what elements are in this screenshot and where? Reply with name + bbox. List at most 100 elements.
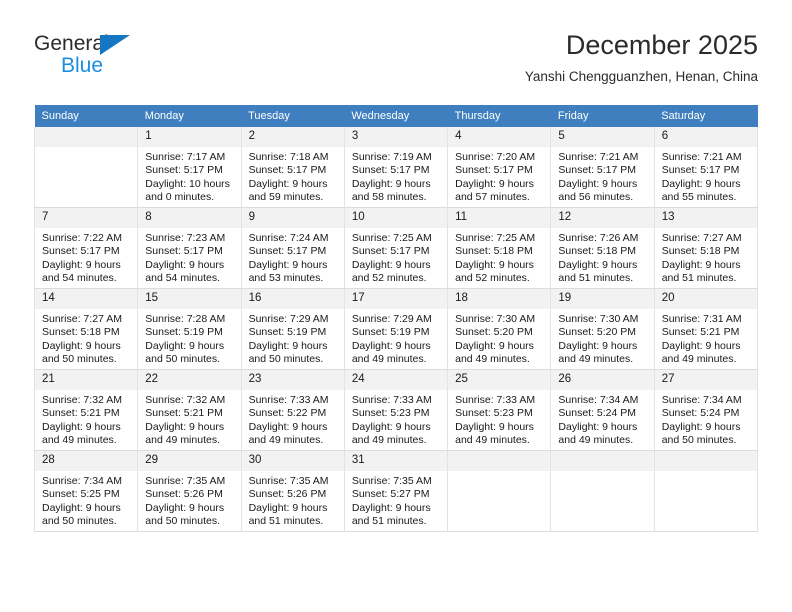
sunset-text: Sunset: 5:18 PM — [42, 326, 120, 339]
sunset-text: Sunset: 5:17 PM — [248, 164, 327, 177]
sunrise-text: Sunrise: 7:25 AM — [351, 232, 432, 244]
calendar-day-cell[interactable]: 23 Sunrise: 7:33 AM Sunset: 5:22 PM Dayligh… — [240, 369, 345, 451]
daylight-text-line1: Daylight: 9 hours — [42, 339, 121, 352]
daylight-text-line1: Daylight: 9 hours — [455, 177, 534, 190]
calendar-day-cell[interactable]: 4 Sunrise: 7:20 AM Sunset: 5:17 PM Daylight… — [447, 127, 552, 208]
day-number: 16 — [241, 289, 344, 309]
weekday-header-friday: Friday — [550, 105, 655, 127]
calendar-day-cell[interactable]: 12 Sunrise: 7:26 AM Sunset: 5:18 PM Dayligh… — [550, 207, 655, 289]
calendar-day-cell[interactable]: 27 Sunrise: 7:34 AM Sunset: 5:24 PM Dayligh… — [653, 369, 759, 451]
calendar-day-cell[interactable]: 28 Sunrise: 7:34 AM Sunset: 5:25 PM Dayligh… — [33, 450, 139, 532]
calendar-day-cell[interactable]: 22 Sunrise: 7:32 AM Sunset: 5:21 PM Dayligh… — [137, 369, 242, 451]
calendar-day-cell[interactable]: 16 Sunrise: 7:29 AM Sunset: 5:19 PM Dayligh… — [240, 288, 345, 370]
calendar-day-cell[interactable]: 30 Sunrise: 7:35 AM Sunset: 5:26 PM Dayligh… — [240, 450, 345, 532]
day-details: Sunrise: 7:23 AM Sunset: 5:17 PM Daylight:… — [138, 228, 240, 286]
calendar-day-cell[interactable]: 29 Sunrise: 7:35 AM Sunset: 5:26 PM Dayligh… — [137, 450, 242, 532]
daylight-text-line2: and 51 minutes. — [661, 272, 737, 285]
daylight-text-line1: Daylight: 9 hours — [42, 501, 121, 514]
general-blue-logo[interactable]: General Blue — [34, 32, 234, 92]
day-details: Sunrise: 7:31 AM Sunset: 5:21 PM Daylight:… — [655, 309, 757, 367]
calendar-day-cell[interactable]: 1 Sunrise: 7:17 AM Sunset: 5:17 PM Daylight… — [137, 127, 242, 208]
sunset-text: Sunset: 5:25 PM — [42, 488, 120, 501]
calendar-day-cell[interactable]: 3 Sunrise: 7:19 AM Sunset: 5:17 PM Daylight… — [343, 127, 449, 208]
sunrise-text: Sunrise: 7:18 AM — [248, 151, 329, 163]
sunset-text: Sunset: 5:27 PM — [351, 488, 430, 501]
sunset-text: Sunset: 5:17 PM — [661, 164, 740, 177]
calendar-day-cell[interactable]: 17 Sunrise: 7:29 AM Sunset: 5:19 PM Dayligh… — [343, 288, 449, 370]
day-details: Sunrise: 7:30 AM Sunset: 5:20 PM Daylight:… — [551, 309, 653, 367]
sunset-text: Sunset: 5:17 PM — [248, 245, 327, 258]
daylight-text-line1: Daylight: 9 hours — [661, 339, 741, 352]
daylight-text-line2: and 51 minutes. — [351, 515, 427, 528]
calendar-day-cell-empty — [550, 450, 655, 532]
day-details: Sunrise: 7:34 AM Sunset: 5:24 PM Daylight:… — [655, 390, 757, 448]
calendar-day-cell[interactable]: 11 Sunrise: 7:25 AM Sunset: 5:18 PM Dayligh… — [447, 207, 552, 289]
day-number: 27 — [654, 370, 757, 390]
calendar-day-cell[interactable]: 19 Sunrise: 7:30 AM Sunset: 5:20 PM Dayligh… — [550, 288, 655, 370]
daylight-text-line1: Daylight: 9 hours — [145, 258, 225, 271]
sunset-text: Sunset: 5:24 PM — [661, 407, 740, 420]
calendar-day-cell[interactable]: 13 Sunrise: 7:27 AM Sunset: 5:18 PM Dayligh… — [653, 207, 759, 289]
sunrise-text: Sunrise: 7:17 AM — [145, 151, 226, 163]
calendar-day-cell[interactable]: 9 Sunrise: 7:24 AM Sunset: 5:17 PM Daylight… — [240, 207, 345, 289]
day-details: Sunrise: 7:21 AM Sunset: 5:17 PM Daylight:… — [655, 147, 757, 205]
sunrise-text: Sunrise: 7:27 AM — [661, 232, 742, 244]
day-number: 23 — [241, 370, 344, 390]
sunrise-text: Sunrise: 7:35 AM — [248, 475, 329, 487]
daylight-text-line2: and 50 minutes. — [42, 515, 117, 528]
day-cell-inner: 26 Sunrise: 7:34 AM Sunset: 5:24 PM Dayligh… — [551, 370, 654, 448]
sunrise-text: Sunrise: 7:33 AM — [455, 394, 536, 406]
calendar-day-cell[interactable]: 31 Sunrise: 7:35 AM Sunset: 5:27 PM Dayligh… — [343, 450, 449, 532]
calendar-day-cell[interactable]: 20 Sunrise: 7:31 AM Sunset: 5:21 PM Dayligh… — [653, 288, 759, 370]
calendar-day-cell[interactable]: 21 Sunrise: 7:32 AM Sunset: 5:21 PM Dayligh… — [33, 369, 139, 451]
day-details: Sunrise: 7:20 AM Sunset: 5:17 PM Daylight:… — [448, 147, 550, 205]
calendar-week-row: 7 Sunrise: 7:22 AM Sunset: 5:17 PM Daylight… — [33, 207, 759, 289]
calendar-page: General Blue December 2025 Yanshi Chengg… — [0, 0, 792, 612]
calendar-day-cell[interactable]: 10 Sunrise: 7:25 AM Sunset: 5:17 PM Dayligh… — [343, 207, 449, 289]
day-cell-inner: 17 Sunrise: 7:29 AM Sunset: 5:19 PM Dayligh… — [344, 289, 448, 367]
daylight-text-line1: Daylight: 9 hours — [661, 177, 741, 190]
sunrise-text: Sunrise: 7:32 AM — [42, 394, 122, 406]
daylight-text-line1: Daylight: 9 hours — [351, 501, 431, 514]
daylight-text-line1: Daylight: 9 hours — [558, 420, 638, 433]
daylight-text-line2: and 56 minutes. — [558, 191, 634, 204]
daylight-text-line2: and 49 minutes. — [145, 434, 220, 447]
daylight-text-line2: and 49 minutes. — [248, 434, 324, 447]
calendar-day-cell[interactable]: 6 Sunrise: 7:21 AM Sunset: 5:17 PM Daylight… — [653, 127, 759, 208]
day-details: Sunrise: 7:35 AM Sunset: 5:26 PM Daylight:… — [138, 471, 240, 529]
sunset-text: Sunset: 5:17 PM — [145, 164, 223, 177]
day-cell-inner: 30 Sunrise: 7:35 AM Sunset: 5:26 PM Dayligh… — [241, 451, 344, 529]
weekday-header-tuesday: Tuesday — [241, 105, 345, 127]
day-cell-inner: 21 Sunrise: 7:32 AM Sunset: 5:21 PM Dayligh… — [35, 370, 138, 448]
calendar-day-cell[interactable]: 15 Sunrise: 7:28 AM Sunset: 5:19 PM Dayligh… — [137, 288, 242, 370]
day-cell-inner: 6 Sunrise: 7:21 AM Sunset: 5:17 PM Daylight… — [654, 127, 757, 205]
sunset-text: Sunset: 5:21 PM — [661, 326, 740, 339]
daylight-text-line2: and 54 minutes. — [42, 272, 117, 285]
daylight-text-line1: Daylight: 9 hours — [248, 258, 328, 271]
daylight-text-line1: Daylight: 10 hours — [145, 177, 230, 190]
calendar-day-cell[interactable]: 7 Sunrise: 7:22 AM Sunset: 5:17 PM Daylight… — [33, 207, 139, 289]
sunrise-text: Sunrise: 7:29 AM — [351, 313, 432, 325]
calendar-day-cell[interactable]: 25 Sunrise: 7:33 AM Sunset: 5:23 PM Dayligh… — [447, 369, 552, 451]
sunrise-text: Sunrise: 7:35 AM — [351, 475, 432, 487]
sunrise-text: Sunrise: 7:29 AM — [248, 313, 329, 325]
sunrise-text: Sunrise: 7:33 AM — [351, 394, 432, 406]
calendar-day-cell[interactable]: 24 Sunrise: 7:33 AM Sunset: 5:23 PM Dayligh… — [343, 369, 449, 451]
calendar-day-cell[interactable]: 14 Sunrise: 7:27 AM Sunset: 5:18 PM Dayligh… — [33, 288, 139, 370]
day-number: 30 — [241, 451, 344, 471]
daylight-text-line2: and 50 minutes. — [145, 353, 220, 366]
calendar-day-cell[interactable]: 2 Sunrise: 7:18 AM Sunset: 5:17 PM Daylight… — [240, 127, 345, 208]
day-cell-inner: 10 Sunrise: 7:25 AM Sunset: 5:17 PM Dayligh… — [344, 208, 448, 286]
calendar-week-row: 21 Sunrise: 7:32 AM Sunset: 5:21 PM Dayligh… — [33, 369, 759, 451]
daylight-text-line1: Daylight: 9 hours — [351, 420, 431, 433]
sunrise-text: Sunrise: 7:20 AM — [455, 151, 536, 163]
calendar-day-cell[interactable]: 8 Sunrise: 7:23 AM Sunset: 5:17 PM Daylight… — [137, 207, 242, 289]
day-cell-inner: 15 Sunrise: 7:28 AM Sunset: 5:19 PM Dayligh… — [138, 289, 241, 367]
calendar-day-cell[interactable]: 26 Sunrise: 7:34 AM Sunset: 5:24 PM Dayligh… — [550, 369, 655, 451]
calendar-day-cell[interactable]: 18 Sunrise: 7:30 AM Sunset: 5:20 PM Dayligh… — [447, 288, 552, 370]
day-cell-inner: 7 Sunrise: 7:22 AM Sunset: 5:17 PM Daylight… — [35, 208, 138, 286]
calendar-day-cell[interactable]: 5 Sunrise: 7:21 AM Sunset: 5:17 PM Daylight… — [550, 127, 655, 208]
sunset-text: Sunset: 5:20 PM — [455, 326, 533, 339]
daylight-text-line1: Daylight: 9 hours — [351, 258, 431, 271]
day-number: 24 — [344, 370, 448, 390]
